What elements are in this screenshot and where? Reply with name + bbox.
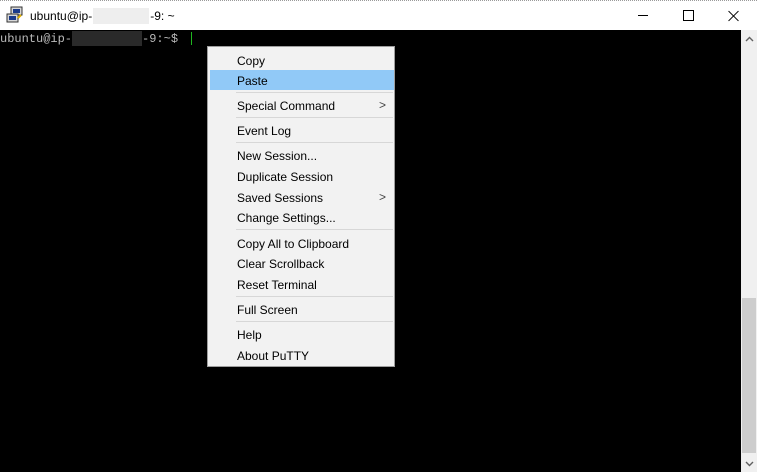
putty-icon[interactable] — [6, 6, 24, 24]
menu-separator — [236, 117, 393, 118]
menu-item-saved-sessions[interactable]: Saved Sessions > — [210, 187, 394, 207]
menu-item-event-log[interactable]: Event Log — [210, 120, 394, 140]
menu-item-label: Paste — [237, 74, 268, 88]
prompt-line: ubuntu@ip- -9:~$ — [0, 31, 193, 46]
window-title-suffix: -9: ~ — [150, 9, 175, 23]
redacted-hostname — [93, 8, 150, 24]
chevron-down-icon — [745, 461, 753, 466]
menu-item-copy[interactable]: Copy — [210, 50, 394, 70]
menu-item-clear-scrollback[interactable]: Clear Scrollback — [210, 253, 394, 273]
menu-separator — [236, 229, 393, 230]
menu-item-label: Full Screen — [237, 303, 298, 317]
menu-item-label: Saved Sessions — [237, 191, 324, 205]
menu-item-label: Special Command — [237, 99, 336, 113]
menu-item-copy-all[interactable]: Copy All to Clipboard — [210, 233, 394, 253]
text-cursor — [191, 32, 193, 45]
redacted-prompt-hostname — [72, 31, 143, 46]
maximize-icon — [682, 10, 694, 21]
close-icon — [728, 10, 740, 22]
close-button[interactable] — [711, 1, 757, 30]
menu-item-help[interactable]: Help — [210, 324, 394, 344]
menu-separator — [236, 142, 393, 143]
menu-item-special-command[interactable]: Special Command > — [210, 95, 394, 115]
maximize-button[interactable] — [665, 1, 711, 30]
chevron-right-icon: > — [378, 190, 386, 204]
minimize-button[interactable] — [620, 1, 666, 30]
menu-item-new-session[interactable]: New Session... — [210, 145, 394, 165]
menu-item-duplicate-session[interactable]: Duplicate Session — [210, 166, 394, 186]
chevron-right-icon: > — [378, 98, 386, 112]
vertical-scrollbar[interactable] — [741, 30, 757, 472]
chevron-up-icon — [745, 36, 753, 41]
scroll-up-button[interactable] — [741, 30, 757, 47]
prompt-suffix: -9:~$ — [142, 31, 186, 46]
menu-item-label: Help — [237, 328, 262, 342]
context-menu: Copy Paste Special Command > Event Log N… — [207, 46, 395, 367]
title-bar[interactable]: ubuntu@ip- -9: ~ — [0, 0, 757, 30]
menu-item-full-screen[interactable]: Full Screen — [210, 299, 394, 319]
menu-separator — [236, 92, 393, 93]
prompt-prefix: ubuntu@ip- — [0, 31, 73, 46]
menu-item-change-settings[interactable]: Change Settings... — [210, 207, 394, 227]
menu-separator — [236, 321, 393, 322]
menu-item-label: About PuTTY — [237, 349, 310, 363]
menu-item-label: Change Settings... — [237, 211, 336, 225]
menu-item-label: New Session... — [237, 149, 318, 163]
putty-window: ubuntu@ip- -9: ~ ubuntu@ip- -9:~$ Copy P… — [0, 0, 757, 472]
scroll-thumb[interactable] — [742, 298, 756, 453]
window-title: ubuntu@ip- -9: ~ — [30, 8, 175, 24]
window-title-prefix: ubuntu@ip- — [30, 9, 93, 23]
menu-item-paste[interactable]: Paste — [210, 70, 394, 90]
menu-item-about-putty[interactable]: About PuTTY — [210, 345, 394, 365]
menu-item-label: Event Log — [237, 124, 292, 138]
menu-item-label: Copy — [237, 54, 266, 68]
menu-item-label: Clear Scrollback — [237, 257, 325, 271]
menu-item-reset-terminal[interactable]: Reset Terminal — [210, 274, 394, 294]
scroll-down-button[interactable] — [741, 455, 757, 472]
menu-separator — [236, 296, 393, 297]
menu-item-label: Copy All to Clipboard — [237, 237, 350, 251]
menu-item-label: Reset Terminal — [237, 278, 317, 292]
minimize-icon — [638, 15, 648, 16]
menu-item-label: Duplicate Session — [237, 170, 334, 184]
